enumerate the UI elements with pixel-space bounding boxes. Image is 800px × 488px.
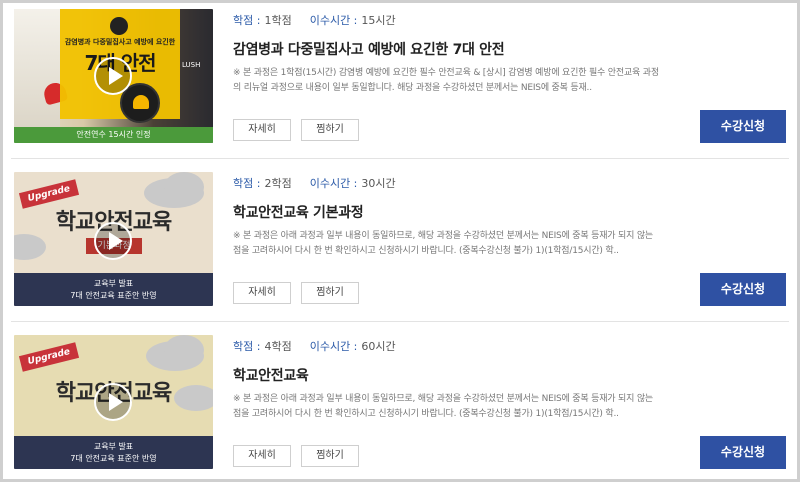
apply-button[interactable]: 수강신청 (700, 110, 786, 143)
doctor-illustration (14, 9, 60, 127)
shield-icon (110, 17, 128, 35)
apply-button[interactable]: 수강신청 (700, 436, 786, 469)
detail-button[interactable]: 자세히 (233, 282, 291, 304)
course-title[interactable]: 학교안전교육 (233, 365, 309, 385)
course-description: ※ 본 과정은 1학점(15시간) 감염병 예방에 요긴한 필수 안전교육 & … (233, 68, 659, 93)
hours-label: 이수시간 : (309, 340, 358, 353)
cloud-decoration (164, 172, 204, 202)
cloud-decoration (14, 234, 46, 260)
credit-label: 학점 : (233, 177, 261, 190)
course-item: Upgrade 학교안전교육 교육부 발표 7대 안전교육 표준안 반영 학점 … (11, 332, 795, 488)
course-thumbnail[interactable]: 감염병과 다중밀집사고 예방에 요긴한 7대 안전 LUSH 안전연수 15시간… (14, 9, 213, 143)
detail-button[interactable]: 자세히 (233, 445, 291, 467)
cloud-decoration (164, 335, 204, 365)
course-description: ※ 본 과정은 아래 과정과 일부 내용이 동일하므로, 해당 과정을 수강하셨… (233, 394, 654, 419)
course-item: 감염병과 다중밀집사고 예방에 요긴한 7대 안전 LUSH 안전연수 15시간… (11, 6, 795, 162)
course-meta: 학점 :1학점 이수시간 :15시간 (233, 12, 396, 28)
credit-value: 1학점 (264, 14, 292, 27)
divider (11, 158, 789, 159)
wishlist-button[interactable]: 찜하기 (301, 445, 359, 467)
play-icon[interactable] (94, 383, 132, 421)
course-title[interactable]: 학교안전교육 기본과정 (233, 202, 364, 222)
course-meta: 학점 :2학점 이수시간 :30시간 (233, 175, 396, 191)
course-info: 학점 :4학점 이수시간 :60시간 학교안전교육 ※ 본 과정은 아래 과정과 … (233, 332, 793, 488)
thumb-header: 감염병과 다중밀집사고 예방에 요긴한 (64, 38, 176, 46)
course-item: Upgrade 학교안전교육 기본과정 교육부 발표 7대 안전교육 표준안 반… (11, 169, 795, 325)
upgrade-ribbon: Upgrade (18, 342, 80, 372)
detail-button[interactable]: 자세히 (233, 119, 291, 141)
credit-label: 학점 : (233, 14, 261, 27)
wishlist-button[interactable]: 찜하기 (301, 119, 359, 141)
apply-button[interactable]: 수강신청 (700, 273, 786, 306)
thumb-band: 교육부 발표 7대 안전교육 표준안 반영 (14, 273, 213, 306)
course-info: 학점 :1학점 이수시간 :15시간 감염병과 다중밀집사고 예방에 요긴한 7대… (233, 6, 793, 162)
hours-label: 이수시간 : (309, 177, 358, 190)
divider (11, 321, 789, 322)
credit-label: 학점 : (233, 340, 261, 353)
thumb-band: 교육부 발표 7대 안전교육 표준안 반영 (14, 436, 213, 469)
credit-value: 4학점 (264, 340, 292, 353)
hours-value: 60시간 (361, 340, 396, 353)
course-meta: 학점 :4학점 이수시간 :60시간 (233, 338, 396, 354)
course-info: 학점 :2학점 이수시간 :30시간 학교안전교육 기본과정 ※ 본 과정은 아래… (233, 169, 793, 325)
play-icon[interactable] (94, 57, 132, 95)
course-list-panel: 감염병과 다중밀집사고 예방에 요긴한 7대 안전 LUSH 안전연수 15시간… (0, 0, 800, 482)
thumb-band: 안전연수 15시간 인정 (14, 127, 213, 143)
wishlist-button[interactable]: 찜하기 (301, 282, 359, 304)
thumb-sign: LUSH (182, 61, 201, 69)
hours-label: 이수시간 : (309, 14, 358, 27)
course-description: ※ 본 과정은 아래 과정과 일부 내용이 동일하므로, 해당 과정을 수강하셨… (233, 231, 654, 256)
course-thumbnail[interactable]: Upgrade 학교안전교육 기본과정 교육부 발표 7대 안전교육 표준안 반… (14, 172, 213, 306)
play-icon[interactable] (94, 222, 132, 260)
thumb-band-line1: 교육부 발표 (93, 442, 134, 451)
thumb-band-line2: 7대 안전교육 표준안 반영 (70, 454, 157, 463)
hours-value: 15시간 (361, 14, 396, 27)
hours-value: 30시간 (361, 177, 396, 190)
thumb-band-line1: 교육부 발표 (93, 279, 134, 288)
course-thumbnail[interactable]: Upgrade 학교안전교육 교육부 발표 7대 안전교육 표준안 반영 (14, 335, 213, 469)
thumb-band-line2: 7대 안전교육 표준안 반영 (70, 291, 157, 300)
credit-value: 2학점 (264, 177, 292, 190)
course-title[interactable]: 감염병과 다중밀집사고 예방에 요긴한 7대 안전 (233, 39, 505, 59)
